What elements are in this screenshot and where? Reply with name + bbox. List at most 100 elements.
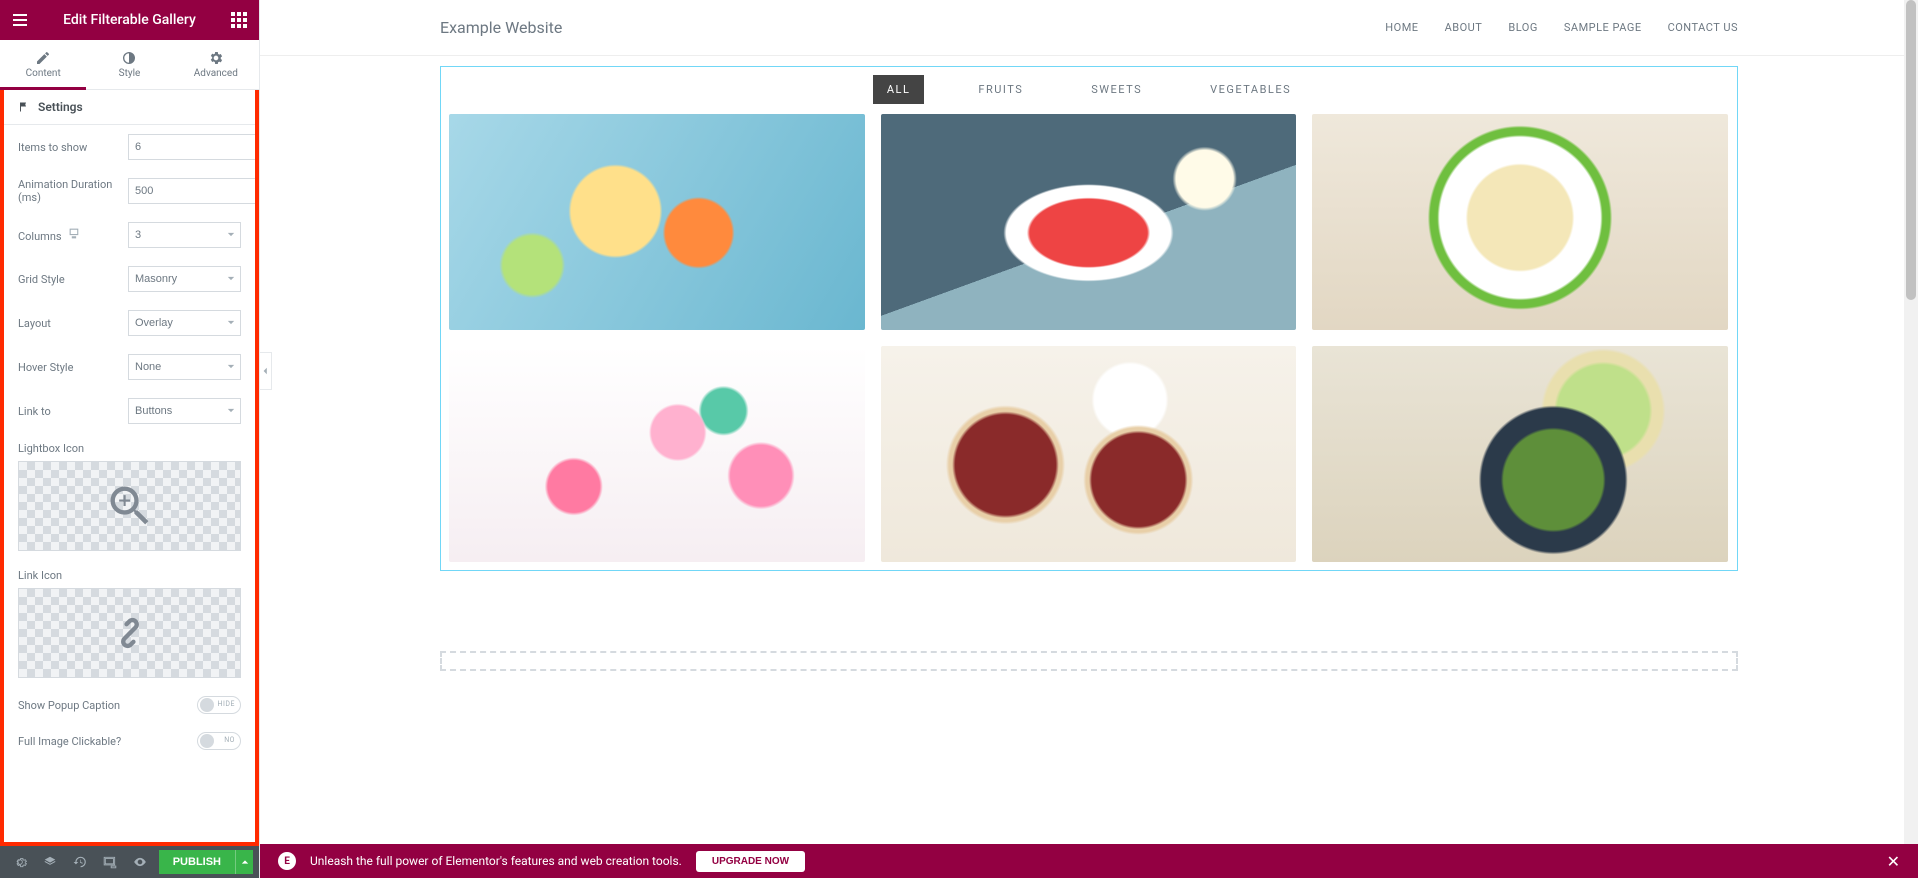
tab-advanced-label: Advanced: [194, 68, 238, 79]
nav-sample-page[interactable]: SAMPLE PAGE: [1564, 21, 1642, 34]
devices-icon: [103, 855, 117, 869]
site-nav: HOME ABOUT BLOG SAMPLE PAGE CONTACT US: [1385, 21, 1738, 34]
nav-home[interactable]: HOME: [1385, 21, 1418, 34]
control-layout: Layout: [4, 301, 255, 345]
section-settings-label: Settings: [38, 100, 83, 114]
scrollbar-thumb[interactable]: [1906, 0, 1916, 300]
input-items-to-show[interactable]: [128, 134, 259, 160]
upgrade-button[interactable]: UPGRADE NOW: [696, 851, 805, 872]
responsive-icon[interactable]: [68, 230, 81, 243]
select-hover-style[interactable]: [128, 354, 241, 380]
flag-icon: [18, 101, 30, 113]
label-layout: Layout: [18, 317, 128, 330]
pencil-icon: [35, 50, 51, 66]
style-icon: [121, 50, 137, 66]
filter-fruits[interactable]: FRUITS: [964, 75, 1037, 104]
tab-content[interactable]: Content: [0, 40, 86, 89]
editor-panel: Edit Filterable Gallery Content Style Ad…: [0, 0, 260, 878]
gallery-filters: ALL FRUITS SWEETS VEGETABLES: [449, 75, 1729, 104]
label-grid-style: Grid Style: [18, 273, 128, 286]
control-show-popup-caption: Show Popup Caption HIDE: [4, 687, 255, 723]
history-icon: [73, 855, 87, 869]
gallery-item[interactable]: [881, 114, 1297, 330]
tab-content-label: Content: [26, 68, 61, 79]
select-columns[interactable]: [128, 222, 241, 248]
preview-scrollbar[interactable]: [1904, 0, 1918, 844]
gear-icon: [208, 50, 224, 66]
eye-icon: [133, 855, 147, 869]
control-hover-style: Hover Style: [4, 345, 255, 389]
select-link-to[interactable]: [128, 398, 241, 424]
toggle-full-image-clickable[interactable]: NO: [197, 732, 241, 750]
publish-group: PUBLISH: [159, 850, 253, 874]
filter-vegetables[interactable]: VEGETABLES: [1196, 75, 1305, 104]
hamburger-icon: [13, 14, 27, 26]
toggle-knob: [200, 734, 214, 748]
nav-contact-us[interactable]: CONTACT US: [1668, 21, 1738, 34]
tab-advanced[interactable]: Advanced: [173, 40, 259, 89]
gallery-item[interactable]: [1312, 114, 1728, 330]
collapse-panel-handle[interactable]: [260, 352, 272, 390]
canvas: ALL FRUITS SWEETS VEGETABLES: [260, 56, 1918, 878]
filter-sweets[interactable]: SWEETS: [1077, 75, 1156, 104]
control-link-icon: Link Icon: [4, 560, 255, 687]
image-well-lightbox[interactable]: [18, 461, 241, 551]
panel-footer: PUBLISH: [0, 846, 259, 878]
toggle-show-popup-caption[interactable]: HIDE: [197, 696, 241, 714]
promo-text: Unleash the full power of Elementor's fe…: [310, 854, 682, 868]
panel-title: Edit Filterable Gallery: [63, 12, 196, 28]
control-anim-duration: Animation Duration (ms): [4, 169, 255, 213]
label-columns: Columns: [18, 227, 128, 243]
select-layout[interactable]: [128, 310, 241, 336]
control-link-to: Link to: [4, 389, 255, 433]
gallery-item[interactable]: [881, 346, 1297, 562]
label-anim-duration: Animation Duration (ms): [18, 178, 128, 204]
image-well-link[interactable]: [18, 588, 241, 678]
panel-header: Edit Filterable Gallery: [0, 0, 259, 40]
control-full-image-clickable: Full Image Clickable? NO: [4, 723, 255, 759]
gallery-item[interactable]: [449, 114, 865, 330]
preview-frame: Example Website HOME ABOUT BLOG SAMPLE P…: [260, 0, 1918, 878]
widgets-grid-button[interactable]: [229, 10, 249, 30]
site-header: Example Website HOME ABOUT BLOG SAMPLE P…: [260, 0, 1918, 56]
publish-button[interactable]: PUBLISH: [159, 850, 235, 874]
footer-history-button[interactable]: [66, 850, 94, 874]
footer-navigator-button[interactable]: [36, 850, 64, 874]
filter-all[interactable]: ALL: [873, 75, 925, 104]
select-grid-style[interactable]: [128, 266, 241, 292]
label-full-image-clickable: Full Image Clickable?: [18, 735, 121, 748]
nav-about[interactable]: ABOUT: [1445, 21, 1483, 34]
label-link-to: Link to: [18, 405, 128, 418]
toggle-state-label: NO: [224, 736, 235, 744]
footer-preview-button[interactable]: [126, 850, 154, 874]
promo-bar: E Unleash the full power of Elementor's …: [260, 844, 1918, 878]
footer-responsive-button[interactable]: [96, 850, 124, 874]
panel-tabs: Content Style Advanced: [0, 40, 259, 90]
toggle-state-label: HIDE: [218, 700, 235, 708]
caret-up-icon: [241, 858, 249, 866]
gallery-item[interactable]: [449, 346, 865, 562]
layers-icon: [43, 855, 57, 869]
control-items-to-show: Items to show: [4, 125, 255, 169]
section-settings[interactable]: Settings: [4, 90, 255, 125]
gear-icon: [13, 855, 27, 869]
label-link-icon: Link Icon: [18, 569, 241, 582]
toggle-knob: [200, 698, 214, 712]
tab-style[interactable]: Style: [86, 40, 172, 89]
label-hover-style: Hover Style: [18, 361, 128, 374]
gallery-widget[interactable]: ALL FRUITS SWEETS VEGETABLES: [440, 66, 1738, 571]
nav-blog[interactable]: BLOG: [1508, 21, 1538, 34]
menu-button[interactable]: [10, 10, 30, 30]
drop-zone[interactable]: [440, 651, 1738, 671]
publish-more-button[interactable]: [235, 850, 253, 874]
elementor-badge-icon: E: [278, 852, 296, 870]
footer-settings-button[interactable]: [6, 850, 34, 874]
label-show-popup-caption: Show Popup Caption: [18, 699, 120, 712]
control-lightbox-icon: Lightbox Icon: [4, 433, 255, 560]
promo-close-button[interactable]: ✕: [1887, 852, 1900, 871]
gallery-item[interactable]: [1312, 346, 1728, 562]
input-anim-duration[interactable]: [128, 178, 259, 204]
controls-scroll[interactable]: Settings Items to show Animation Duratio…: [0, 90, 259, 846]
zoom-icon: [104, 480, 156, 532]
control-columns: Columns: [4, 213, 255, 257]
